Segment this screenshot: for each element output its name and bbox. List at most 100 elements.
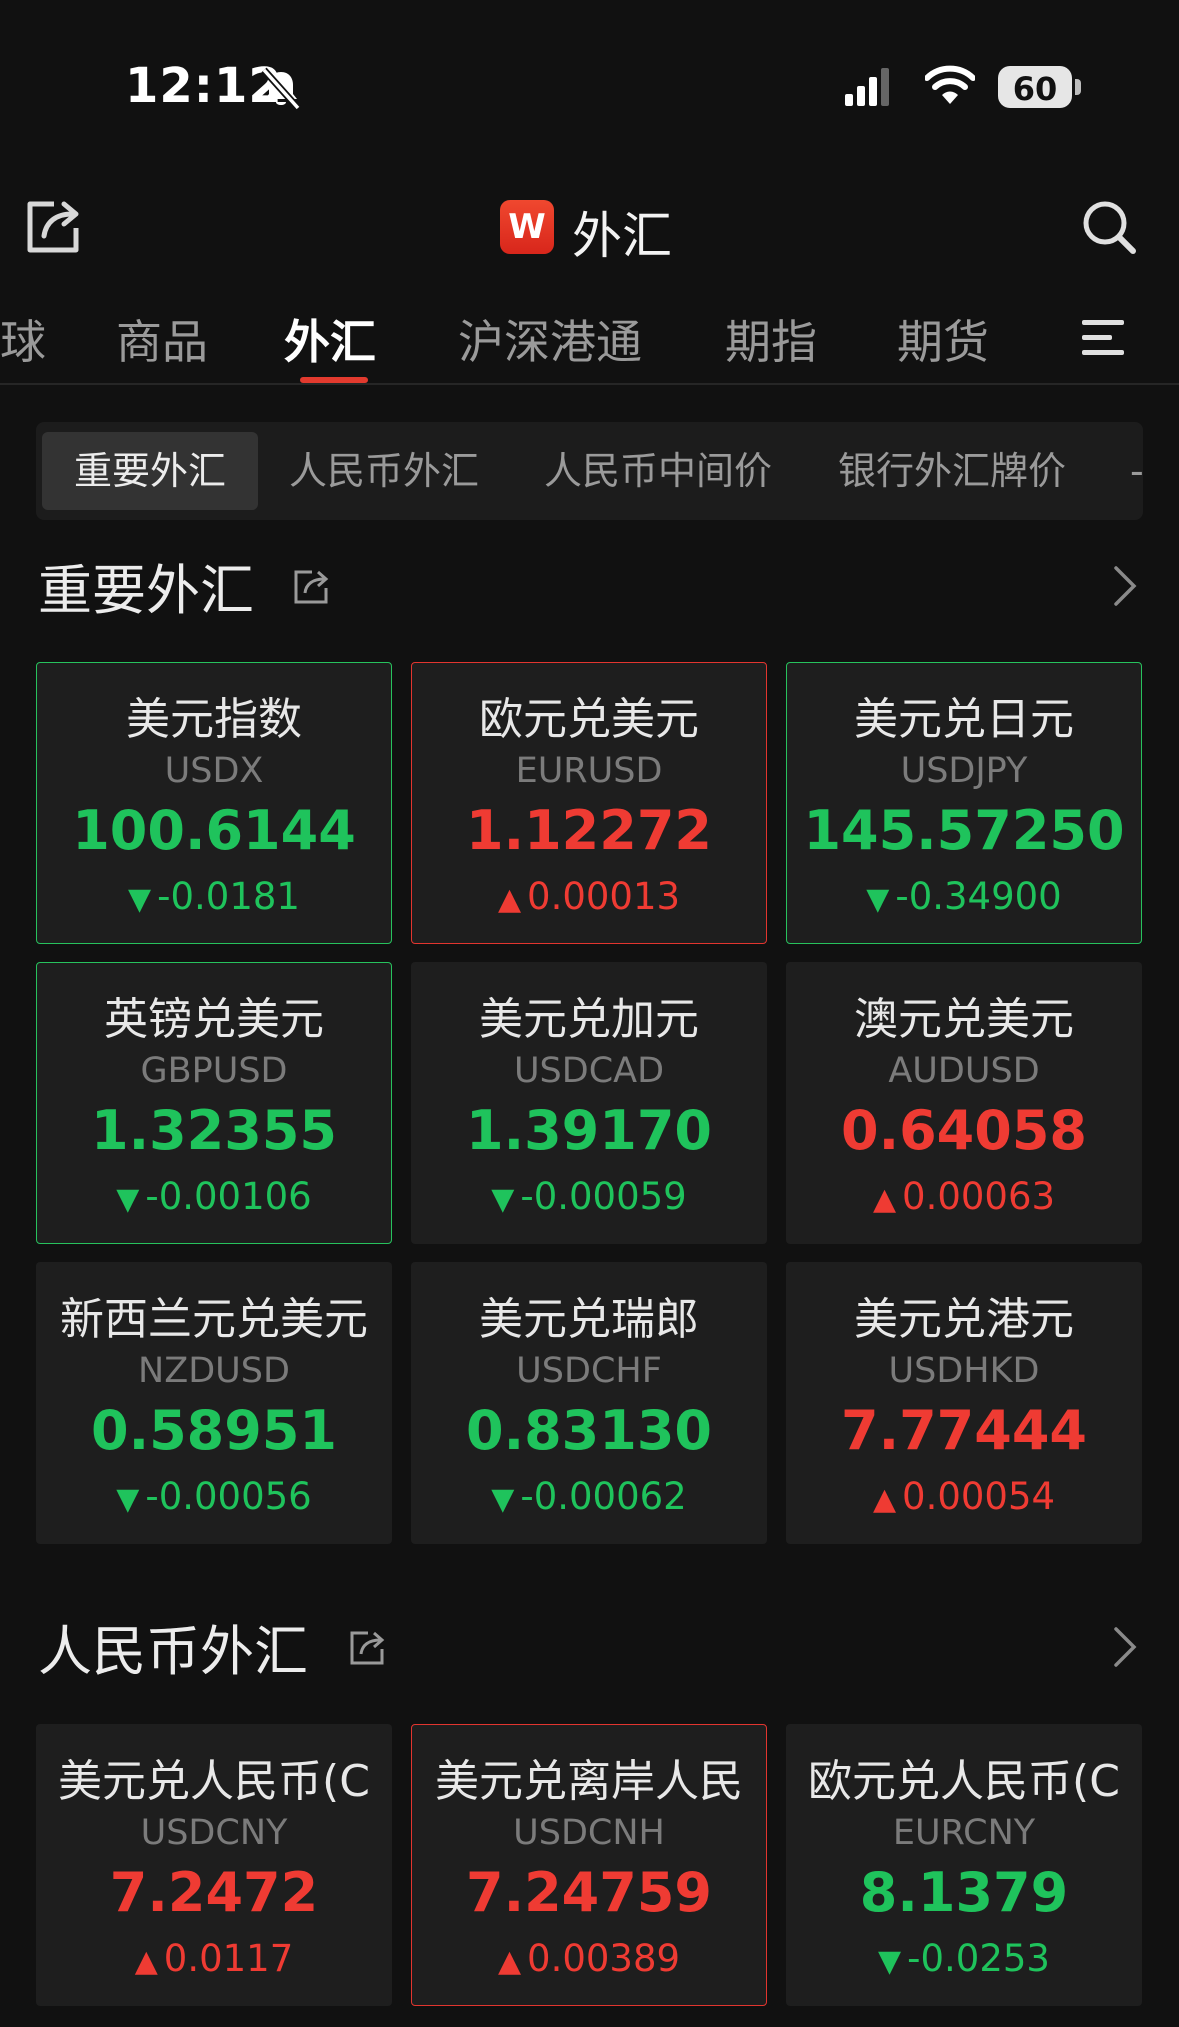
app-logo: W	[500, 200, 554, 254]
change-value: -0.00056	[145, 1475, 312, 1518]
tab-stock-connect[interactable]: 沪深港通	[458, 306, 642, 372]
pair-code: EURUSD	[515, 751, 663, 791]
battery-level: 60	[1012, 70, 1058, 108]
page-title: 外汇	[572, 207, 672, 265]
pair-change: 0.00063	[787, 1175, 1141, 1218]
pair-price: 1.39170	[466, 1099, 712, 1162]
pair-code: USDJPY	[900, 751, 1028, 791]
menu-icon[interactable]	[1080, 318, 1126, 358]
pair-name: 美元兑瑞郎	[479, 1294, 699, 1345]
section-share-icon[interactable]	[292, 566, 332, 606]
section-share-icon[interactable]	[348, 1627, 388, 1667]
pair-code: USDHKD	[888, 1351, 1040, 1391]
pair-change: 0.00013	[412, 875, 766, 918]
silent-mode-icon	[261, 67, 301, 111]
wifi-icon	[925, 65, 975, 104]
change-value: -0.00106	[145, 1175, 312, 1218]
pair-name: 美元兑离岸人民	[435, 1756, 743, 1807]
pair-price: 145.57250	[803, 799, 1125, 862]
section-title-major-forex: 重要外汇	[38, 559, 254, 622]
pair-price: 8.1379	[859, 1861, 1069, 1924]
quote-card-eurusd[interactable]: 欧元兑美元 EURUSD 1.12272 0.00013	[411, 662, 767, 944]
change-value: -0.00062	[520, 1475, 687, 1518]
pair-price: 0.83130	[466, 1399, 712, 1462]
share-icon[interactable]	[24, 196, 82, 256]
quote-card-usdcny[interactable]: 美元兑人民币(C USDCNY 7.2472 0.0117	[36, 1724, 392, 2006]
subtab-bank-forex-rates[interactable]: 银行外汇牌价	[838, 432, 1066, 510]
subtab-rmb-central-parity[interactable]: 人民币中间价	[544, 432, 772, 510]
pair-change: 0.00054	[787, 1475, 1141, 1518]
pair-code: USDX	[164, 751, 264, 791]
pair-change: -0.0253	[787, 1937, 1141, 1980]
tab-futures[interactable]: 期货	[897, 306, 989, 372]
pair-price: 0.58951	[91, 1399, 337, 1462]
pair-name: 新西兰元兑美元	[60, 1294, 368, 1345]
tab-divider	[0, 383, 1179, 385]
section-title-rmb-forex: 人民币外汇	[38, 1620, 308, 1683]
pair-change: -0.00059	[412, 1175, 766, 1218]
pair-code: GBPUSD	[140, 1051, 288, 1091]
pair-change: -0.00106	[37, 1175, 391, 1218]
subtab-rmb-forex[interactable]: 人民币外汇	[289, 432, 479, 510]
pair-price: 100.6144	[72, 799, 356, 862]
subtab-more[interactable]: -	[1130, 432, 1143, 510]
pair-price: 7.24759	[466, 1861, 712, 1924]
pair-change: -0.00056	[37, 1475, 391, 1518]
subtab-major-forex[interactable]: 重要外汇	[42, 432, 259, 510]
chevron-right-icon[interactable]	[1110, 564, 1140, 608]
pair-change: 0.00389	[412, 1937, 766, 1980]
chevron-right-icon[interactable]	[1110, 1625, 1140, 1669]
tab-global[interactable]: 球	[0, 306, 46, 372]
quote-card-usdhkd[interactable]: 美元兑港元 USDHKD 7.77444 0.00054	[786, 1262, 1142, 1544]
pair-price: 1.12272	[466, 799, 712, 862]
change-value: -0.0181	[157, 875, 300, 918]
change-value: 0.00389	[527, 1937, 681, 1980]
tab-forex[interactable]: 外汇	[284, 306, 376, 372]
tab-commodities[interactable]: 商品	[116, 306, 208, 372]
change-value: -0.34900	[895, 875, 1062, 918]
change-value: 0.00063	[902, 1175, 1056, 1218]
pair-name: 美元指数	[126, 694, 302, 745]
change-value: 0.00013	[527, 875, 681, 918]
pair-name: 美元兑港元	[854, 1294, 1074, 1345]
change-value: 0.0117	[163, 1937, 294, 1980]
quote-card-usdx[interactable]: 美元指数 USDX 100.6144 -0.0181	[36, 662, 392, 944]
quote-card-audusd[interactable]: 澳元兑美元 AUDUSD 0.64058 0.00063	[786, 962, 1142, 1244]
pair-change: -0.00062	[412, 1475, 766, 1518]
quote-card-gbpusd[interactable]: 英镑兑美元 GBPUSD 1.32355 -0.00106	[36, 962, 392, 1244]
quote-card-usdcnh[interactable]: 美元兑离岸人民 USDCNH 7.24759 0.00389	[411, 1724, 767, 2006]
search-icon[interactable]	[1080, 198, 1138, 256]
pair-price: 0.64058	[841, 1099, 1087, 1162]
pair-change: -0.34900	[787, 875, 1141, 918]
quote-card-usdjpy[interactable]: 美元兑日元 USDJPY 145.57250 -0.34900	[786, 662, 1142, 944]
pair-price: 7.77444	[841, 1399, 1087, 1462]
pair-change: -0.0181	[37, 875, 391, 918]
pair-name: 美元兑加元	[479, 994, 699, 1045]
pair-price: 1.32355	[91, 1099, 337, 1162]
pair-change: 0.0117	[37, 1937, 391, 1980]
pair-code: EURCNY	[892, 1813, 1036, 1853]
quote-card-eurcny[interactable]: 欧元兑人民币(C EURCNY 8.1379 -0.0253	[786, 1724, 1142, 2006]
pair-code: USDCNH	[513, 1813, 665, 1853]
quote-card-usdchf[interactable]: 美元兑瑞郎 USDCHF 0.83130 -0.00062	[411, 1262, 767, 1544]
pair-code: USDCAD	[513, 1051, 665, 1091]
pair-name: 澳元兑美元	[854, 994, 1074, 1045]
quote-card-nzdusd[interactable]: 新西兰元兑美元 NZDUSD 0.58951 -0.00056	[36, 1262, 392, 1544]
quote-card-usdcad[interactable]: 美元兑加元 USDCAD 1.39170 -0.00059	[411, 962, 767, 1244]
sub-tab-bar: 重要外汇 人民币外汇 人民币中间价 银行外汇牌价 -	[36, 422, 1143, 520]
pair-name: 美元兑日元	[854, 694, 1074, 745]
battery-indicator: 60	[998, 66, 1082, 108]
change-value: 0.00054	[902, 1475, 1056, 1518]
change-value: -0.0253	[907, 1937, 1050, 1980]
signal-icon	[845, 68, 889, 106]
pair-name: 美元兑人民币(C	[58, 1756, 370, 1807]
tab-index-futures[interactable]: 期指	[725, 306, 817, 372]
pair-code: USDCHF	[516, 1351, 662, 1391]
pair-name: 欧元兑人民币(C	[808, 1756, 1120, 1807]
pair-price: 7.2472	[109, 1861, 319, 1924]
pair-code: USDCNY	[140, 1813, 288, 1853]
change-value: -0.00059	[520, 1175, 687, 1218]
pair-name: 欧元兑美元	[479, 694, 699, 745]
pair-code: NZDUSD	[138, 1351, 290, 1391]
pair-name: 英镑兑美元	[104, 994, 324, 1045]
